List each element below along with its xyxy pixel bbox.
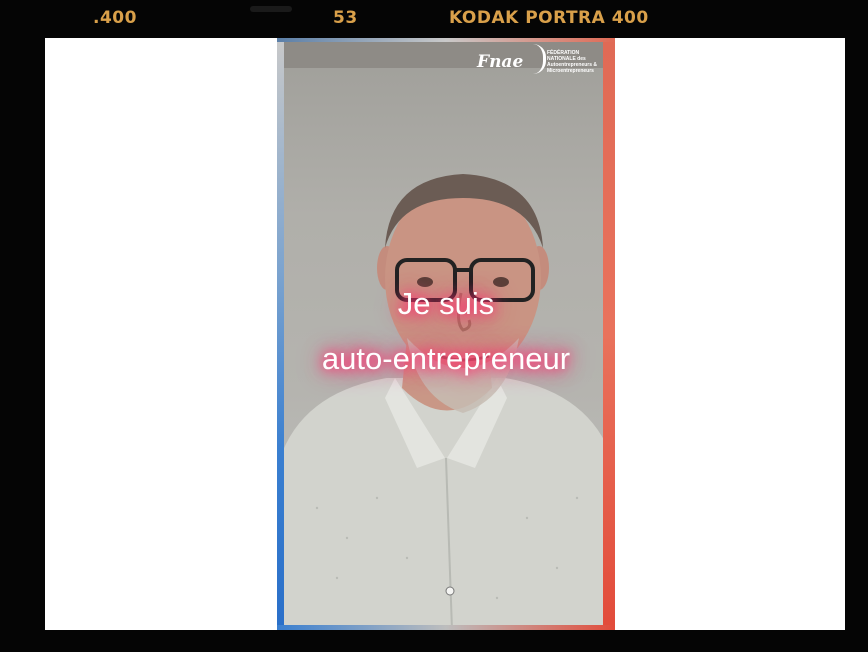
fnae-logo: Fnae FÉDÉRATION NATIONALE des Autoentrep… <box>477 44 607 82</box>
frame-edge-bottom <box>277 625 615 630</box>
film-stock-label: KODAK PORTRA 400 <box>449 8 649 28</box>
man-portrait <box>277 174 615 630</box>
film-frame-number: 53 <box>333 8 358 28</box>
logo-swoosh-icon <box>533 44 546 74</box>
film-frame: .400 53 KODAK PORTRA 400 Fnae FÉDÉRATION… <box>0 0 868 652</box>
film-edge-top: .400 53 KODAK PORTRA 400 <box>0 0 868 36</box>
frame-edge-blue <box>277 38 284 630</box>
video-frame: Fnae FÉDÉRATION NATIONALE des Autoentrep… <box>277 38 615 630</box>
film-notch <box>250 6 292 12</box>
frame-edge-top <box>277 38 615 42</box>
shirt-button <box>445 586 455 596</box>
caption-line-2: auto-entrepreneur <box>321 341 571 376</box>
logo-wordmark: Fnae <box>477 52 524 72</box>
frame-edge-red <box>603 38 615 630</box>
caption-line-1: Je suis <box>397 286 495 321</box>
logo-subtitle: FÉDÉRATION NATIONALE des Autoentrepreneu… <box>547 50 598 74</box>
film-edge-label: .400 <box>93 8 137 28</box>
